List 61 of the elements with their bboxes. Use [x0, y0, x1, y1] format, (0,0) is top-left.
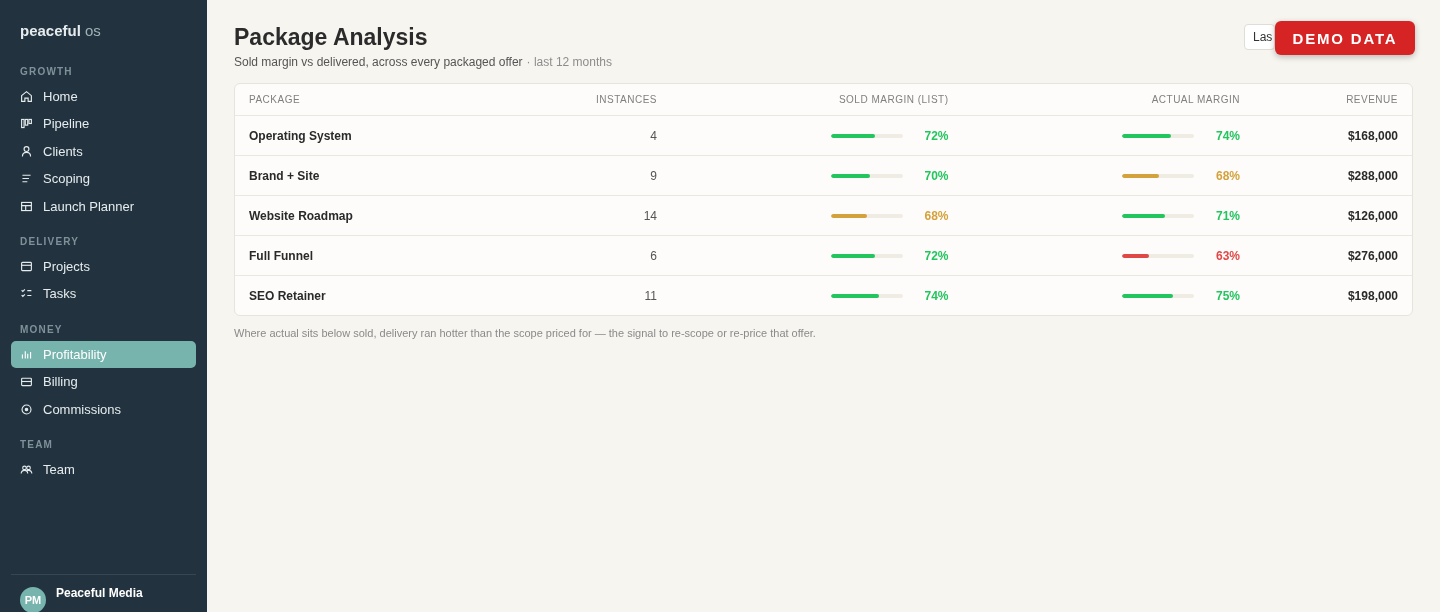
- nav-item[interactable]: Scoping: [11, 165, 196, 193]
- nav-item[interactable]: Home: [11, 83, 196, 110]
- margin-value: 75%: [1214, 288, 1240, 303]
- target-icon: [20, 402, 33, 416]
- nav-item[interactable]: Team: [11, 455, 196, 483]
- table-cell: $198,000: [1254, 275, 1412, 315]
- table-cell: Brand + Site: [235, 155, 523, 196]
- column-header: PACKAGE: [235, 84, 523, 116]
- column-header: INSTANCES: [523, 84, 671, 116]
- section-heading: TEAM: [19, 437, 55, 452]
- table-cell: 14: [523, 195, 671, 236]
- nav-item[interactable]: Commissions: [11, 395, 196, 423]
- column-header: ACTUAL MARGIN: [962, 84, 1254, 116]
- table-cell: SEO Retainer: [235, 275, 523, 315]
- columns-icon: [20, 117, 33, 131]
- margin-value: 70%: [923, 168, 949, 183]
- page-title: Package Analysis: [234, 24, 429, 51]
- margin-value: 71%: [1214, 208, 1240, 223]
- account-name: Peaceful Media: [56, 586, 143, 600]
- section-heading: MONEY: [19, 322, 64, 337]
- column-header: SOLD MARGIN (LIST): [671, 84, 963, 116]
- avatar: PM: [20, 587, 46, 612]
- margin-value: 63%: [1214, 248, 1240, 263]
- table-cell: Website Roadmap: [235, 195, 523, 236]
- home-icon: [20, 90, 33, 103]
- column-header: REVENUE: [1254, 84, 1412, 116]
- margin-value: 68%: [923, 208, 949, 223]
- margin-value: 72%: [923, 128, 949, 143]
- table-cell: $276,000: [1254, 235, 1412, 276]
- app-logo: peaceful os: [19, 21, 102, 41]
- card-icon: [20, 375, 33, 389]
- table-cell: 6: [523, 235, 671, 276]
- section-heading: DELIVERY: [19, 234, 81, 249]
- table-cell: Full Funnel: [235, 235, 523, 276]
- table-icon: [20, 199, 33, 213]
- period-label: · last 12 months: [526, 55, 612, 69]
- page-subtitle: Sold margin vs delivered, across every packaged offer: [234, 55, 523, 69]
- section-heading: GROWTH: [19, 66, 74, 79]
- table-cell: Operating System: [235, 115, 523, 156]
- nav-item[interactable]: Tasks: [11, 280, 196, 308]
- nav-item[interactable]: Projects: [11, 252, 196, 280]
- margin-value: 72%: [923, 248, 949, 263]
- window-icon: [20, 259, 33, 273]
- nav-item[interactable]: Clients: [11, 137, 196, 165]
- margin-value: 74%: [923, 288, 949, 303]
- nav-item[interactable]: Launch Planner: [11, 192, 196, 220]
- demo-data-badge: DEMO DATA: [1275, 21, 1415, 55]
- table-cell: $126,000: [1254, 195, 1412, 236]
- table-cell: 4: [523, 115, 671, 156]
- table-cell: 11: [523, 275, 671, 315]
- table-cell: 9: [523, 155, 671, 196]
- people-icon: [20, 462, 33, 476]
- date-range-button[interactable]: Las: [1244, 24, 1275, 50]
- nav-item[interactable]: Billing: [11, 368, 196, 396]
- person-icon: [20, 144, 33, 158]
- table-cell: $288,000: [1254, 155, 1412, 196]
- nav-item[interactable]: Pipeline: [11, 110, 196, 138]
- footnote: Where actual sits below sold, delivery ran hotter than the scope priced for — the signal to re-scope or re-price that offer.: [234, 327, 817, 339]
- table-cell: $168,000: [1254, 115, 1412, 156]
- margin-value: 74%: [1214, 128, 1240, 143]
- margin-value: 68%: [1214, 168, 1240, 183]
